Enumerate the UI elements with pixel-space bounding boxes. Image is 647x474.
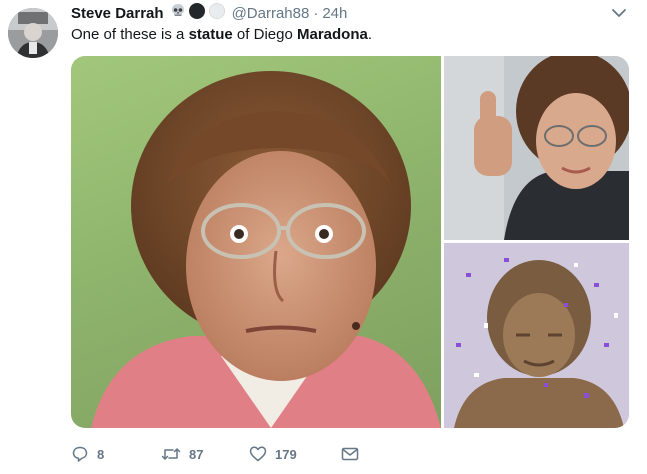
author-name[interactable]: Steve Darrah xyxy=(71,5,164,22)
tweet-text-part: . xyxy=(367,26,373,43)
reply-icon xyxy=(72,446,88,462)
like-count: 179 xyxy=(275,446,297,462)
tweet-header: Steve Darrah @Darrah88 · 24h xyxy=(71,2,347,25)
name-emojis xyxy=(170,2,228,25)
tweet-text-part: of Diego xyxy=(232,26,297,43)
retweet-count: 87 xyxy=(189,446,204,462)
tweet-text: One of these is a statue of Diego Marado… xyxy=(71,26,372,43)
woman-with-glasses-photo xyxy=(91,71,441,428)
bronze-statue-photo xyxy=(444,243,629,428)
author-handle[interactable]: @Darrah88 xyxy=(232,5,310,22)
chevron-down-icon xyxy=(612,9,626,17)
tweet-actions: 8 87 179 xyxy=(71,444,359,464)
black-circle-icon xyxy=(188,2,206,25)
retweet-icon xyxy=(161,448,181,460)
reply-button[interactable]: 8 xyxy=(71,445,131,463)
skull-icon xyxy=(170,3,186,24)
more-options-button[interactable] xyxy=(611,6,627,18)
tweet-text-bold: statue xyxy=(188,26,233,43)
tweet-text-bold: Maradona xyxy=(296,26,368,43)
reply-count: 8 xyxy=(97,446,105,462)
avatar-image xyxy=(8,8,58,58)
thumbs-up-woman-photo xyxy=(444,56,629,240)
direct-message-button[interactable] xyxy=(341,446,359,462)
tweet-text-part: One of these is a xyxy=(71,26,189,43)
separator-dot: · xyxy=(313,4,319,22)
media-grid xyxy=(71,56,629,428)
like-button[interactable]: 179 xyxy=(249,445,313,463)
white-circle-icon xyxy=(208,2,226,25)
media-photo-main[interactable] xyxy=(71,56,441,428)
envelope-icon xyxy=(341,447,359,461)
heart-icon xyxy=(249,446,267,462)
media-photo-bottom-right[interactable] xyxy=(444,243,629,428)
tweet-timestamp[interactable]: 24h xyxy=(322,5,347,22)
retweet-button[interactable]: 87 xyxy=(161,445,217,463)
avatar[interactable] xyxy=(8,8,58,58)
media-photo-top-right[interactable] xyxy=(444,56,629,240)
